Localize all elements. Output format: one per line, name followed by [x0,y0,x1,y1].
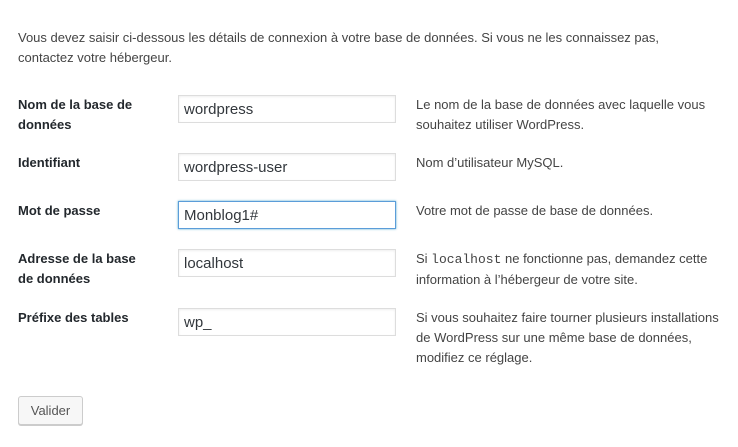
intro-text: Vous devez saisir ci-dessous les détails… [18,30,659,65]
dbname-label: Nom de la base de données [18,95,168,135]
username-label-line1: Identifiant [18,155,81,170]
dbhost-description: Si localhost ne fonctionne pas, demandez… [416,249,726,290]
prefix-input[interactable] [178,308,396,336]
dbhost-label-line1: Adresse de la base [18,251,136,266]
prefix-label: Préfixe des tables [18,308,168,328]
dbhost-desc-pre: Si [416,251,432,266]
dbname-label-line1: Nom de la base de [18,97,133,112]
username-label: Identifiant [18,153,168,173]
dbname-description: Le nom de la base de données avec laquel… [416,97,706,132]
password-label-line1: Mot de passe [18,203,101,218]
dbname-label-line2: données [18,117,72,132]
dbname-input[interactable] [178,95,396,123]
password-description: Votre mot de passe de base de données. [416,203,654,218]
submit-button[interactable]: Valider [18,396,83,425]
dbhost-label: Adresse de la base de données [18,249,168,289]
username-description: Nom d’utilisateur MySQL. [416,155,564,170]
password-label: Mot de passe [18,201,168,221]
dbhost-label-line2: de données [18,271,91,286]
prefix-label-line1: Préfixe des tables [18,310,129,325]
username-input[interactable] [178,153,396,181]
password-input[interactable] [178,201,396,229]
dbhost-desc-code: localhost [431,252,502,267]
prefix-description: Si vous souhaitez faire tourner plusieur… [416,310,719,365]
dbhost-input[interactable] [178,249,396,277]
